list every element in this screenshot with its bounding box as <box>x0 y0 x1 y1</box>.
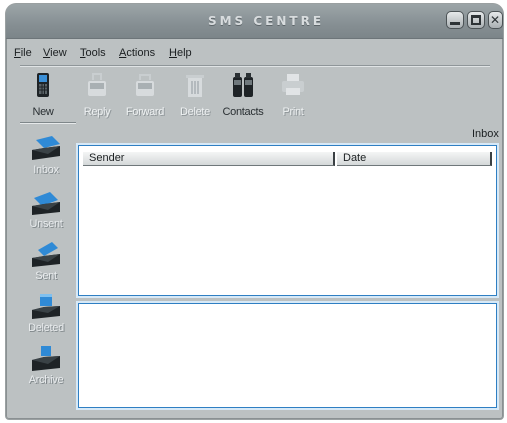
menu-view[interactable]: View <box>43 47 67 59</box>
sidebar-item-label: Archive <box>28 374 64 386</box>
unsent-tray-icon <box>32 192 60 215</box>
close-icon: ✕ <box>490 13 501 27</box>
close-button[interactable]: ✕ <box>488 11 503 29</box>
menu-help[interactable]: Help <box>169 47 192 59</box>
minimize-icon <box>450 15 460 25</box>
menu-bar: File View Tools Actions Help <box>6 39 503 59</box>
window-title: SMS CENTRE <box>207 14 325 28</box>
sidebar-item-deleted[interactable]: Deleted <box>20 294 72 346</box>
deleted-bin-icon <box>32 294 60 319</box>
forward-button[interactable]: Forward <box>120 72 170 122</box>
sidebar-item-archive[interactable]: Archive <box>20 346 72 398</box>
current-folder-title: Inbox <box>472 128 499 140</box>
print-button[interactable]: Print <box>268 72 318 122</box>
new-button[interactable]: New <box>18 72 68 122</box>
menu-file[interactable]: File <box>14 47 32 59</box>
print-button-label: Print <box>282 106 304 118</box>
reply-icon <box>88 73 106 96</box>
sidebar-item-label: Deleted <box>28 322 64 334</box>
sidebar-item-label: Unsent <box>29 218 63 230</box>
menu-tools[interactable]: Tools <box>80 47 106 59</box>
column-header-date[interactable]: Date <box>337 152 492 166</box>
phone-new-icon <box>37 73 49 97</box>
sidebar-item-label: Sent <box>35 270 57 282</box>
toolbar-selection-underline <box>20 122 76 124</box>
contacts-icon <box>233 73 253 97</box>
archive-box-icon <box>32 346 60 371</box>
sidebar-item-unsent[interactable]: Unsent <box>20 190 72 242</box>
contacts-button[interactable]: Contacts <box>218 72 268 122</box>
sent-tray-icon <box>32 242 60 267</box>
inbox-tray-icon <box>32 136 60 160</box>
menu-actions[interactable]: Actions <box>119 47 155 59</box>
message-preview-pane[interactable] <box>78 303 497 408</box>
forward-icon <box>136 74 154 96</box>
message-list[interactable]: Sender Date <box>78 145 497 296</box>
app-window: SMS CENTRE ✕ File View Tools Actions Hel… <box>6 4 503 419</box>
sidebar-item-label: Inbox <box>33 164 59 176</box>
column-header-sender[interactable]: Sender <box>83 152 335 166</box>
sidebar-item-inbox[interactable]: Inbox <box>20 136 72 188</box>
trash-icon <box>186 75 204 97</box>
minimize-button[interactable] <box>446 11 464 29</box>
menu-separator <box>20 65 490 67</box>
maximize-icon <box>471 15 481 25</box>
maximize-button[interactable] <box>467 11 485 29</box>
sidebar-item-sent[interactable]: Sent <box>20 242 72 294</box>
title-bar[interactable]: SMS CENTRE ✕ <box>6 4 503 39</box>
printer-icon <box>282 74 304 95</box>
new-button-label: New <box>32 106 54 118</box>
